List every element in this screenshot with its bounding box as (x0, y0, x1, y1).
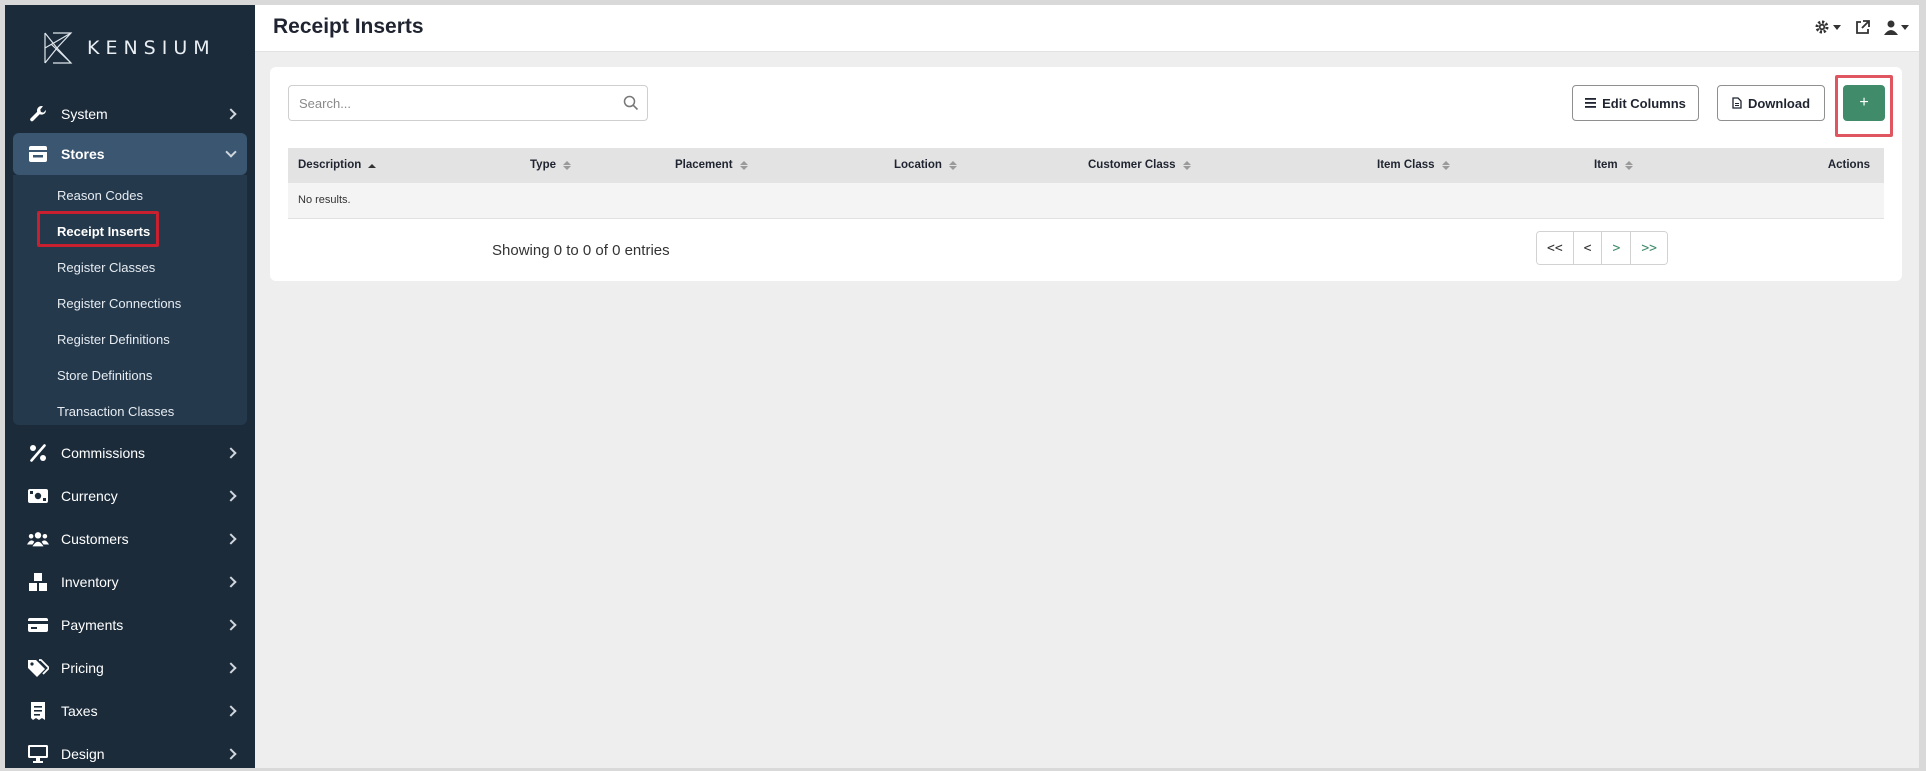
pagination-summary: Showing 0 to 0 of 0 entries (492, 242, 670, 259)
edit-columns-label: Edit Columns (1602, 95, 1686, 111)
sidebar-item-system[interactable]: System (13, 93, 247, 135)
sidebar-item-label: Inventory (61, 574, 119, 590)
chevron-right-icon (225, 447, 237, 459)
download-label: Download (1747, 95, 1811, 111)
table-header: Description Type Placement Location Cust… (288, 148, 1884, 183)
chevron-down-icon (225, 146, 237, 158)
brand-logo[interactable]: KENSIUM (43, 30, 216, 66)
submenu-item-register-definitions[interactable]: Register Definitions (57, 329, 170, 351)
sidebar: KENSIUM System Stores Reason Codes Recei… (5, 5, 255, 768)
edit-columns-button[interactable]: Edit Columns (1572, 85, 1699, 121)
page-title: Receipt Inserts (273, 15, 424, 38)
user-menu[interactable] (1884, 20, 1909, 35)
percent-icon (27, 442, 49, 464)
column-header-placement[interactable]: Placement (675, 148, 748, 183)
sort-icon (1182, 161, 1191, 170)
submenu-item-receipt-inserts[interactable]: Receipt Inserts (57, 221, 150, 243)
sidebar-item-commissions[interactable]: Commissions (13, 432, 247, 474)
submenu-item-transaction-classes[interactable]: Transaction Classes (57, 401, 174, 423)
submenu-item-reason-codes[interactable]: Reason Codes (57, 185, 143, 207)
chevron-right-icon (225, 748, 237, 760)
receipt-inserts-panel: Edit Columns Download + Description Type… (270, 67, 1902, 281)
money-icon (27, 485, 49, 507)
add-receipt-insert-button[interactable]: + (1843, 85, 1885, 121)
column-header-type[interactable]: Type (530, 148, 571, 183)
file-icon (1732, 97, 1742, 109)
sort-icon (1441, 161, 1450, 170)
chevron-right-icon (225, 662, 237, 674)
column-header-location[interactable]: Location (894, 148, 957, 183)
wrench-icon (27, 103, 49, 125)
last-page-button[interactable]: >> (1631, 232, 1667, 264)
settings-menu[interactable] (1814, 19, 1841, 35)
column-header-actions: Actions (1827, 159, 1870, 171)
column-header-description[interactable]: Description (298, 148, 377, 183)
first-page-button[interactable]: << (1537, 232, 1574, 264)
pagination: << < > >> (1536, 231, 1668, 265)
list-icon (1585, 98, 1597, 108)
tags-icon (27, 657, 49, 679)
users-icon (27, 528, 49, 550)
chevron-right-icon (225, 705, 237, 717)
sidebar-item-label: Payments (61, 617, 124, 633)
submenu-item-store-definitions[interactable]: Store Definitions (57, 365, 152, 387)
stores-submenu: Reason Codes Receipt Inserts Register Cl… (13, 175, 247, 425)
sidebar-item-label: Stores (61, 146, 105, 162)
caret-down-icon (1901, 24, 1909, 30)
top-actions (1814, 19, 1909, 35)
sidebar-item-label: Commissions (61, 445, 146, 461)
chevron-right-icon (225, 108, 237, 120)
app-window: KENSIUM System Stores Reason Codes Recei… (5, 5, 1919, 768)
boxes-icon (27, 571, 49, 593)
sort-asc-icon (368, 163, 377, 168)
sidebar-item-label: Design (61, 746, 105, 762)
sidebar-item-currency[interactable]: Currency (13, 475, 247, 517)
gear-icon (1815, 20, 1829, 34)
sidebar-item-label: Pricing (61, 660, 104, 676)
search-box (288, 85, 648, 121)
top-bar: Receipt Inserts (255, 5, 1919, 52)
sidebar-item-label: Customers (61, 531, 129, 547)
chevron-right-icon (225, 619, 237, 631)
empty-state-text: No results. (298, 194, 351, 206)
search-icon (623, 95, 639, 111)
sidebar-item-stores[interactable]: Stores (13, 133, 247, 175)
sidebar-item-pricing[interactable]: Pricing (13, 647, 247, 689)
receipt-icon (27, 700, 49, 722)
external-link-icon (1856, 19, 1870, 34)
sort-icon (563, 161, 571, 170)
previous-page-button[interactable]: < (1573, 232, 1603, 264)
chevron-right-icon (225, 490, 237, 502)
sidebar-item-label: Taxes (61, 703, 98, 719)
sidebar-item-label: System (61, 106, 108, 122)
column-header-item-class[interactable]: Item Class (1377, 148, 1450, 183)
column-header-item[interactable]: Item (1594, 148, 1633, 183)
kensium-logo-icon (44, 32, 73, 64)
store-icon (27, 143, 49, 165)
monitor-icon (27, 743, 49, 765)
sort-icon (948, 161, 957, 170)
search-input[interactable] (289, 86, 609, 120)
chevron-right-icon (225, 533, 237, 545)
sort-icon (739, 161, 748, 170)
sidebar-item-label: Currency (61, 488, 118, 504)
sidebar-item-inventory[interactable]: Inventory (13, 561, 247, 603)
column-header-customer-class[interactable]: Customer Class (1088, 148, 1191, 183)
caret-down-icon (1833, 24, 1841, 30)
submenu-item-register-connections[interactable]: Register Connections (57, 293, 181, 315)
chevron-right-icon (225, 576, 237, 588)
brand-name: KENSIUM (87, 37, 216, 59)
sidebar-item-design[interactable]: Design (13, 733, 247, 768)
next-page-button[interactable]: > (1602, 232, 1632, 264)
sidebar-item-customers[interactable]: Customers (13, 518, 247, 560)
download-button[interactable]: Download (1717, 85, 1825, 121)
sort-icon (1624, 161, 1633, 170)
submenu-item-register-classes[interactable]: Register Classes (57, 257, 155, 279)
sidebar-item-payments[interactable]: Payments (13, 604, 247, 646)
open-external-button[interactable] (1855, 19, 1870, 35)
user-icon (1884, 20, 1898, 35)
table-row-empty: No results. (288, 183, 1884, 219)
sidebar-item-taxes[interactable]: Taxes (13, 690, 247, 732)
credit-card-icon (27, 614, 49, 636)
